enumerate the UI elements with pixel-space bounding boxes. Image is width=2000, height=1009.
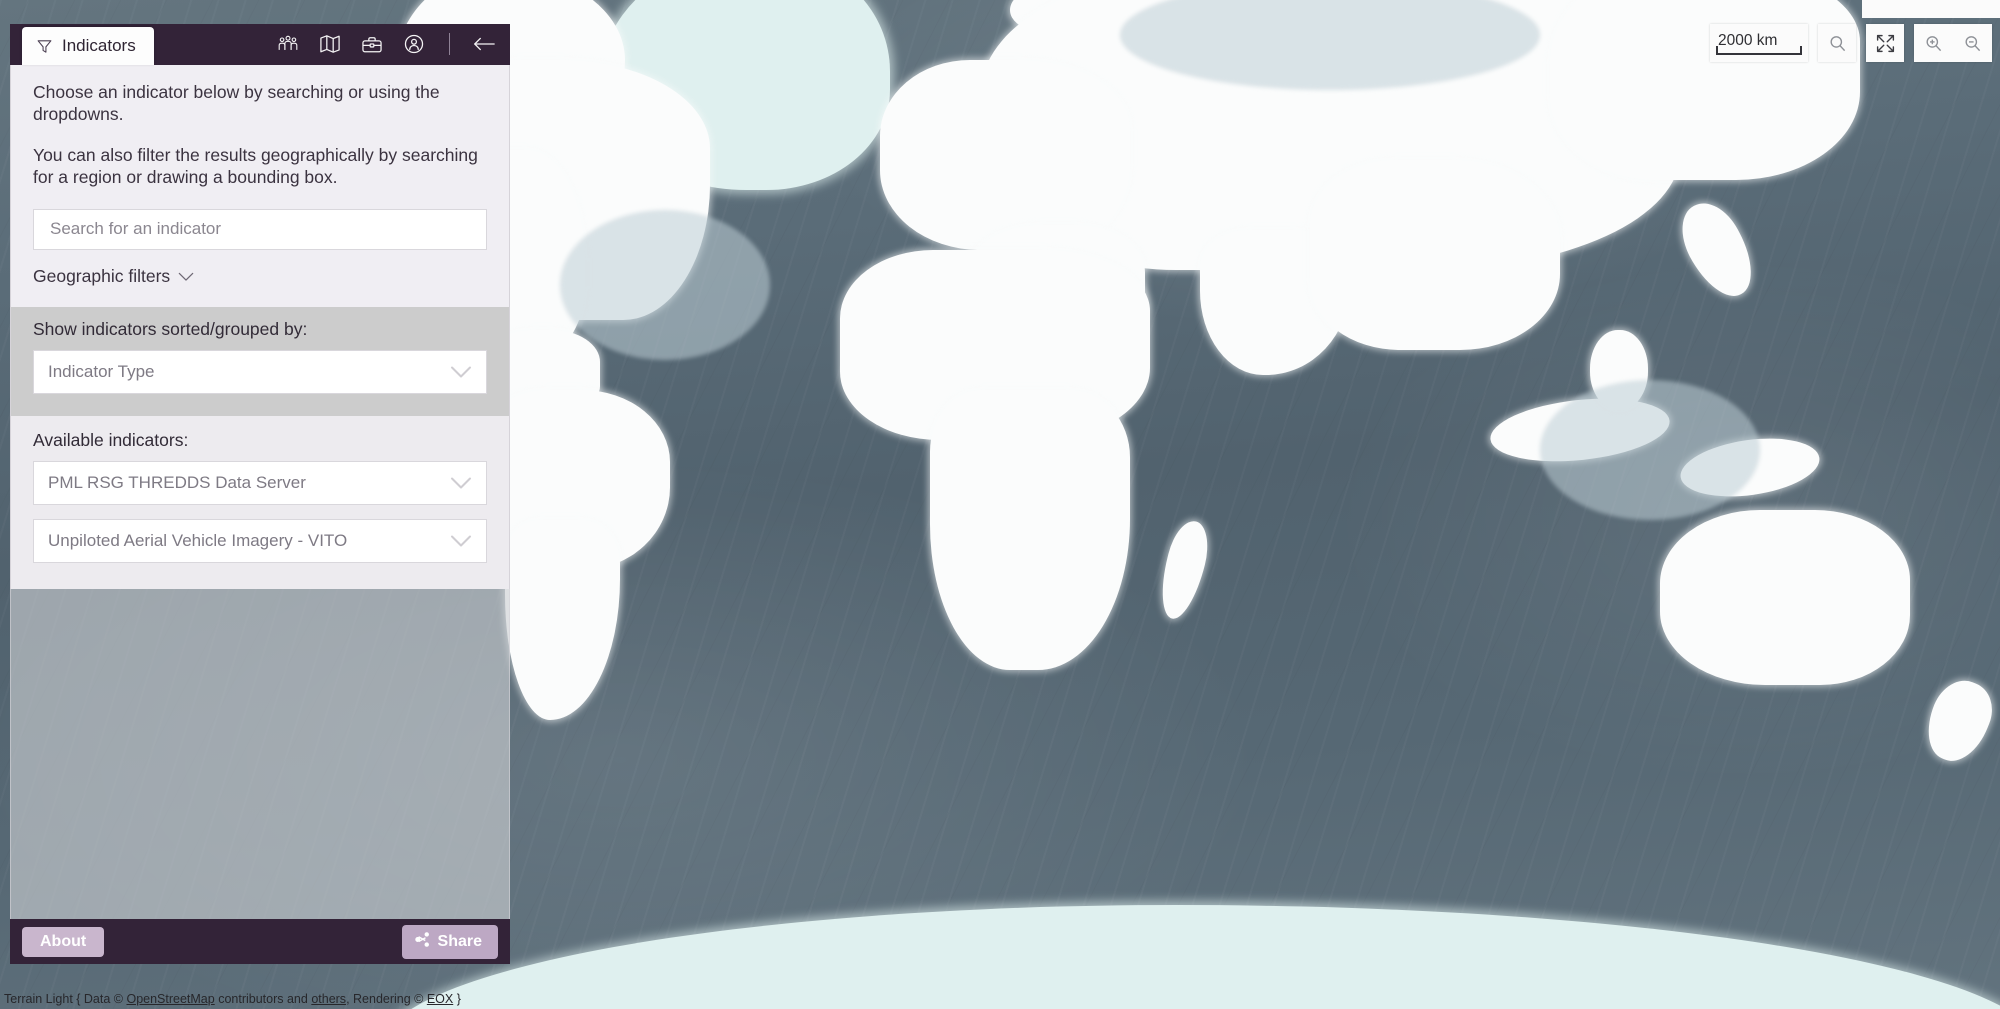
indicators-panel[interactable]: Indicators Choose an indicator below by … bbox=[10, 24, 510, 964]
panel-header-bar: Indicators bbox=[10, 24, 510, 65]
collapse-left-arrow-icon[interactable] bbox=[472, 36, 496, 52]
intro-text-2: You can also filter the results geograph… bbox=[33, 144, 478, 188]
map-icon[interactable] bbox=[319, 34, 341, 54]
expand-arrows-icon bbox=[1875, 33, 1896, 54]
map-controls-group[interactable]: 2000 km bbox=[1710, 24, 1992, 62]
indicator-search-field[interactable] bbox=[33, 208, 487, 250]
sort-group-section: Show indicators sorted/grouped by: Indic… bbox=[11, 306, 509, 416]
map-zoom-out-button[interactable] bbox=[1953, 24, 1992, 62]
field-spacer bbox=[33, 505, 487, 519]
map-attribution: Terrain Light { Data © OpenStreetMap con… bbox=[4, 992, 461, 1006]
attribution-mid-1: contributors and bbox=[214, 992, 312, 1006]
landmass-africa-south bbox=[930, 390, 1130, 670]
landmass-europe bbox=[880, 60, 1130, 250]
panel-header-icons[interactable] bbox=[277, 33, 496, 55]
map-fullscreen-button[interactable] bbox=[1866, 24, 1904, 62]
magnifier-minus-icon bbox=[1963, 34, 1982, 53]
geographic-filters-label: Geographic filters bbox=[33, 265, 171, 286]
briefcase-icon[interactable] bbox=[361, 35, 383, 54]
map-scale-bar: 2000 km bbox=[1710, 24, 1808, 62]
about-button[interactable]: About bbox=[22, 926, 105, 957]
user-account-icon[interactable] bbox=[403, 33, 425, 55]
map-zoom-controls[interactable] bbox=[1914, 24, 1992, 62]
indicator-results-area[interactable] bbox=[10, 588, 510, 919]
panel-body: Choose an indicator below by searching o… bbox=[10, 65, 510, 589]
tab-indicators[interactable]: Indicators bbox=[22, 27, 154, 65]
attribution-link-eox[interactable]: EOX bbox=[427, 992, 453, 1006]
map-widget-placeholder bbox=[1862, 0, 2000, 18]
panel-footer-bar: About Share bbox=[10, 919, 510, 964]
shelf-north-atlantic bbox=[560, 210, 770, 360]
attribution-prefix: Terrain Light { Data © bbox=[4, 992, 127, 1006]
sort-group-label: Show indicators sorted/grouped by: bbox=[33, 318, 308, 339]
available-indicator-value-1: Unpiloted Aerial Vehicle Imagery - VITO bbox=[48, 530, 348, 550]
attribution-suffix: } bbox=[453, 992, 461, 1006]
panel-intro-section: Choose an indicator below by searching o… bbox=[11, 65, 509, 307]
sort-group-dropdown[interactable]: Indicator Type bbox=[33, 349, 487, 394]
map-zoom-in-button[interactable] bbox=[1914, 24, 1953, 62]
filter-funnel-icon bbox=[36, 38, 53, 55]
available-indicator-dropdown-0[interactable]: PML RSG THREDDS Data Server bbox=[33, 460, 487, 505]
shelf-sunda bbox=[1540, 380, 1760, 520]
magnifier-plus-icon bbox=[1924, 34, 1943, 53]
attribution-mid-2: , Rendering © bbox=[346, 992, 427, 1006]
header-divider bbox=[449, 33, 450, 55]
share-nodes-icon bbox=[414, 931, 431, 953]
chevron-down-icon bbox=[450, 365, 472, 378]
tab-indicators-label: Indicators bbox=[62, 36, 136, 55]
geographic-filters-toggle[interactable]: Geographic filters bbox=[33, 250, 487, 297]
available-indicators-section: Available indicators: PML RSG THREDDS Da… bbox=[11, 415, 509, 589]
group-people-icon[interactable] bbox=[277, 34, 299, 54]
share-button-label: Share bbox=[437, 932, 482, 950]
intro-text-1: Choose an indicator below by searching o… bbox=[33, 82, 440, 125]
chevron-down-icon bbox=[450, 534, 472, 547]
chevron-down-icon bbox=[450, 476, 472, 489]
available-indicator-dropdown-1[interactable]: Unpiloted Aerial Vehicle Imagery - VITO bbox=[33, 518, 487, 563]
magnifier-icon bbox=[1828, 34, 1847, 53]
attribution-link-openstreetmap[interactable]: OpenStreetMap bbox=[126, 992, 214, 1006]
available-indicator-value-0: PML RSG THREDDS Data Server bbox=[48, 472, 306, 492]
chevron-down-icon bbox=[178, 266, 194, 287]
attribution-link-others[interactable]: others bbox=[311, 992, 346, 1006]
share-button[interactable]: Share bbox=[401, 924, 498, 959]
available-indicators-label: Available indicators: bbox=[33, 429, 189, 450]
landmass-china-se-asia bbox=[1310, 160, 1560, 350]
map-search-button[interactable] bbox=[1818, 24, 1856, 62]
landmass-australia bbox=[1660, 510, 1910, 685]
sort-group-dropdown-value: Indicator Type bbox=[48, 361, 155, 381]
scale-value: 2000 km bbox=[1718, 32, 1778, 49]
search-input[interactable] bbox=[48, 218, 472, 241]
